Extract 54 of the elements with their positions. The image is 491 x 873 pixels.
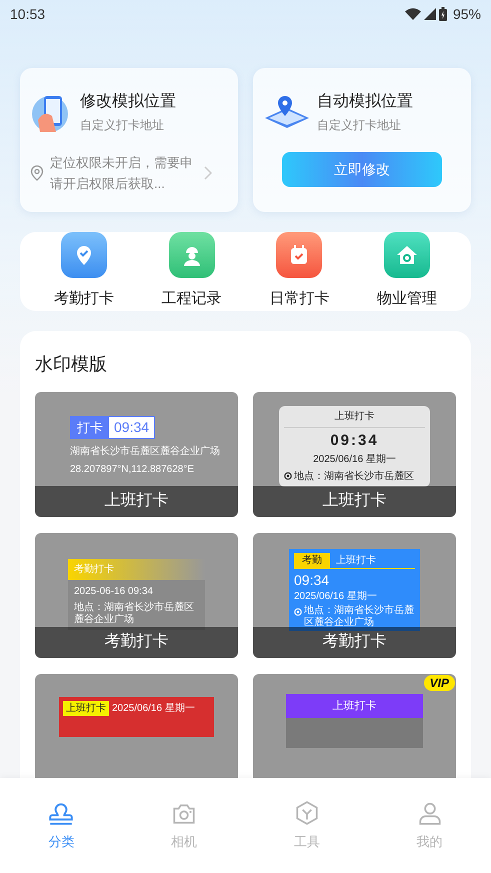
preview-text: 2025/06/16 bbox=[112, 702, 162, 716]
wifi-icon bbox=[404, 8, 421, 20]
shortcut-item[interactable]: 工程记录 bbox=[146, 232, 237, 310]
card-subtitle: 自定义打卡地址 bbox=[80, 117, 165, 134]
preview-text: 上班打卡 bbox=[284, 408, 425, 428]
card-title: 修改模拟位置 bbox=[80, 92, 176, 112]
status-time: 10:53 bbox=[10, 4, 46, 24]
preview-text: 09:34 bbox=[330, 430, 379, 450]
template-card[interactable]: 考勤 上班打卡 09:34 2025/06/16 星期一 地点：湖南省长沙市岳麓区麓谷企业广场 考勤打卡 bbox=[253, 532, 456, 658]
vip-badge: VIP bbox=[424, 674, 455, 690]
template-label: 考勤打卡 bbox=[253, 626, 456, 658]
permission-notice: 定位权限未开启，需要申请开启权限后获取... bbox=[50, 154, 194, 193]
preview-text: 09:34 bbox=[294, 572, 330, 588]
battery-percent: 95% bbox=[452, 4, 481, 24]
preview-text: 上班打卡 bbox=[336, 554, 376, 568]
template-card[interactable]: 上班打卡 2025/06/16 星期一 bbox=[35, 674, 238, 778]
preview-text: 2025/06/16 星期一 bbox=[313, 452, 396, 467]
template-card[interactable]: 上班打卡 VIP bbox=[253, 674, 456, 778]
preview-header: 上班打卡 bbox=[286, 694, 423, 718]
cube-icon bbox=[294, 800, 320, 826]
location-icon bbox=[284, 472, 292, 480]
preview-text: 2025-06-16 09:34 bbox=[74, 584, 154, 598]
template-label: 上班打卡 bbox=[253, 486, 456, 516]
preview-text: 2025/06/16 星期一 bbox=[294, 590, 378, 604]
template-card[interactable]: 考勤打卡 2025-06-16 09:34 地点：湖南省长沙市岳麓区麓谷企业广场 考勤打卡 bbox=[35, 532, 238, 658]
signal-icon bbox=[424, 8, 436, 20]
badge-label: 打卡 bbox=[71, 416, 109, 438]
template-card[interactable]: 打卡 09:34 湖南省长沙市岳麓区麓谷企业广场 28.207897°N,112.887628°E 上班打卡 bbox=[35, 392, 238, 516]
location-pin-icon bbox=[30, 165, 44, 181]
preview-text: 地点：湖南省长沙市岳麓区麓谷企业广场 bbox=[304, 604, 415, 628]
preview-header: 考勤打卡 bbox=[68, 558, 205, 580]
card-title: 自动模拟位置 bbox=[317, 92, 413, 112]
chevron-right-icon bbox=[204, 166, 212, 180]
battery-icon bbox=[438, 7, 447, 21]
badge-time: 09:34 bbox=[113, 418, 150, 437]
section-title: 水印模版 bbox=[35, 352, 108, 376]
template-label: 考勤打卡 bbox=[35, 626, 238, 658]
template-label: 上班打卡 bbox=[35, 486, 238, 516]
preview-text: 地点：湖南省长沙市岳麓区 bbox=[294, 470, 414, 484]
shortcut-item[interactable]: 考勤打卡 bbox=[38, 232, 129, 310]
preview-tag: 上班打卡 bbox=[63, 700, 109, 716]
card-subtitle: 自定义打卡地址 bbox=[317, 117, 402, 134]
location-icon bbox=[294, 608, 302, 616]
preview-tag: 考勤 bbox=[294, 552, 330, 568]
preview-text: 地点：湖南省长沙市岳麓区麓谷企业广场 bbox=[74, 602, 195, 626]
preview-text: 星期一 bbox=[165, 702, 196, 716]
location-card[interactable]: 修改模拟位置 自定义打卡地址 定位权限未开启，需要申请开启权限后获取... bbox=[20, 68, 238, 212]
shortcut-item[interactable]: 日常打卡 bbox=[254, 232, 344, 310]
shortcut-item[interactable]: 物业管理 bbox=[362, 232, 452, 310]
preview-text: 28.207897°N,112.887628°E bbox=[70, 463, 196, 477]
preview-text: 湖南省长沙市岳麓区麓谷企业广场 bbox=[70, 444, 221, 459]
profile-icon bbox=[416, 800, 443, 826]
location-card[interactable]: 自动模拟位置 自定义打卡地址 立即修改 bbox=[253, 68, 471, 212]
template-card[interactable]: 上班打卡 09:34 2025/06/16 星期一 地点：湖南省长沙市岳麓区 上班打卡 bbox=[253, 392, 456, 516]
